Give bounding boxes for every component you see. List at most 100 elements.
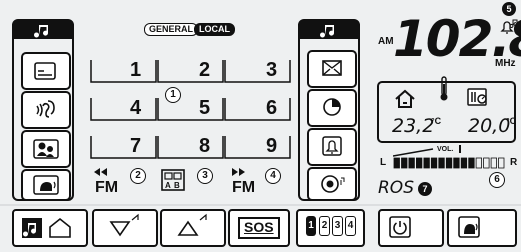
preset-key-8[interactable]: 8 (157, 130, 224, 160)
volume-segment (490, 157, 497, 169)
volume-down-button[interactable] (92, 209, 158, 247)
heating-setpoint-icon (467, 88, 487, 106)
mode-tag-local[interactable]: LOCAL (194, 23, 235, 36)
source-toggle-button[interactable] (12, 209, 88, 247)
triangle-down-icon (109, 213, 139, 237)
callout-5: 5 (502, 2, 516, 16)
preset-key-label: 3 (266, 59, 278, 81)
setpoint-temperature-unit: °C (506, 116, 517, 126)
volume-right-label: R (510, 157, 518, 168)
volume-segment (460, 157, 468, 169)
callout-2: 2 (130, 168, 146, 184)
messages-button[interactable] (307, 50, 357, 88)
source-ab-button[interactable]: A B (159, 168, 189, 194)
volume-segment (430, 157, 438, 169)
key-bracket (157, 136, 224, 159)
bed-mode-button[interactable] (21, 52, 71, 90)
preset-key-label: 7 (130, 135, 142, 157)
intercom-talk-button[interactable] (447, 209, 517, 247)
key-bracket (90, 98, 157, 121)
music-home-icon (22, 217, 71, 238)
right-column-header-music (300, 21, 358, 39)
svg-text:A: A (165, 181, 171, 190)
key-bracket (157, 60, 224, 83)
key-bracket (224, 60, 291, 83)
alarm-button[interactable] (307, 128, 357, 166)
speaking-head-icon (33, 175, 59, 195)
mode-tag-general[interactable]: GENERAL (144, 23, 199, 36)
thermometer-icon (440, 76, 448, 101)
people-talking-icon (33, 139, 59, 159)
preset-key-label: 4 (130, 97, 142, 119)
triangle-up-icon (177, 213, 207, 236)
volume-segment (423, 157, 430, 169)
key-bracket (224, 136, 291, 159)
timer-button[interactable] (307, 89, 357, 127)
intercom-button[interactable] (21, 130, 71, 168)
volume-meter[interactable] (393, 147, 505, 169)
preset-key-label: 8 (199, 135, 211, 157)
disc-music-icon (321, 175, 345, 193)
key-bracket (90, 60, 157, 83)
indoor-temperature: 23,2 (392, 115, 435, 137)
zone-1: 1 (306, 216, 316, 236)
left-column-header-music (14, 21, 72, 39)
music-note-icon (320, 25, 335, 38)
preset-key-4[interactable]: 4 (90, 92, 157, 122)
indoor-temperature-unit: °C (431, 116, 442, 126)
music-source-button[interactable] (307, 167, 357, 201)
volume-segment (468, 157, 475, 169)
preset-key-3[interactable]: 3 (224, 54, 291, 84)
frequency-unit: MHz (495, 58, 516, 69)
volume-segment (401, 157, 408, 169)
seek-down-fm-button[interactable]: FM (90, 165, 157, 197)
callout-7: 7 (418, 182, 432, 196)
volume-segment (393, 157, 400, 169)
timer-icon (323, 98, 341, 116)
preset-key-1[interactable]: 1 (90, 54, 157, 84)
volume-segment (483, 157, 490, 169)
preset-key-2[interactable]: 2 (157, 54, 224, 84)
sos-label: SOS (244, 219, 274, 235)
band-label-right: FM (232, 179, 256, 196)
callout-6: 6 (489, 172, 505, 188)
volume-segment (475, 157, 482, 169)
sos-button[interactable]: SOS (228, 209, 290, 247)
music-note-icon (34, 25, 49, 38)
volume-meter-graphic (393, 148, 505, 169)
volume-segment (453, 157, 460, 169)
preset-key-6[interactable]: 6 (224, 92, 291, 122)
callout-1: 1 (165, 87, 181, 103)
volume-segment (498, 157, 505, 169)
zone-3: 3 (332, 216, 343, 236)
bed-icon (34, 62, 56, 80)
volume-segment (408, 157, 415, 169)
seek-up-fm-button[interactable]: FM (228, 165, 268, 197)
volume-up-button[interactable] (160, 209, 226, 247)
svg-text:B: B (174, 181, 180, 190)
preset-key-label: 1 (130, 59, 142, 81)
speaker-call-button[interactable] (21, 169, 71, 201)
source-ab-icon: A B (161, 169, 185, 191)
volume-segment (445, 157, 453, 169)
envelope-icon (322, 60, 342, 76)
preset-key-label: 2 (199, 59, 211, 81)
key-bracket (90, 136, 157, 159)
volume-segment (415, 157, 423, 169)
hearing-button[interactable] (21, 91, 71, 129)
volume-ramp (393, 148, 434, 157)
zone-select-button[interactable]: 1 2 3 4 (296, 209, 365, 247)
station-name: ROS (378, 178, 414, 198)
bell-icon (322, 136, 342, 156)
power-button[interactable] (378, 209, 444, 247)
callout-3: 3 (197, 168, 213, 184)
ear-icon (36, 100, 55, 118)
zone-4: 4 (345, 216, 356, 236)
callout-4: 4 (265, 168, 281, 184)
speaking-head-icon (458, 216, 480, 238)
key-bracket (224, 98, 291, 121)
preset-key-7[interactable]: 7 (90, 130, 157, 160)
preset-key-9[interactable]: 9 (224, 130, 291, 160)
zone-2: 2 (319, 216, 330, 236)
sos-frame: SOS (238, 217, 280, 239)
